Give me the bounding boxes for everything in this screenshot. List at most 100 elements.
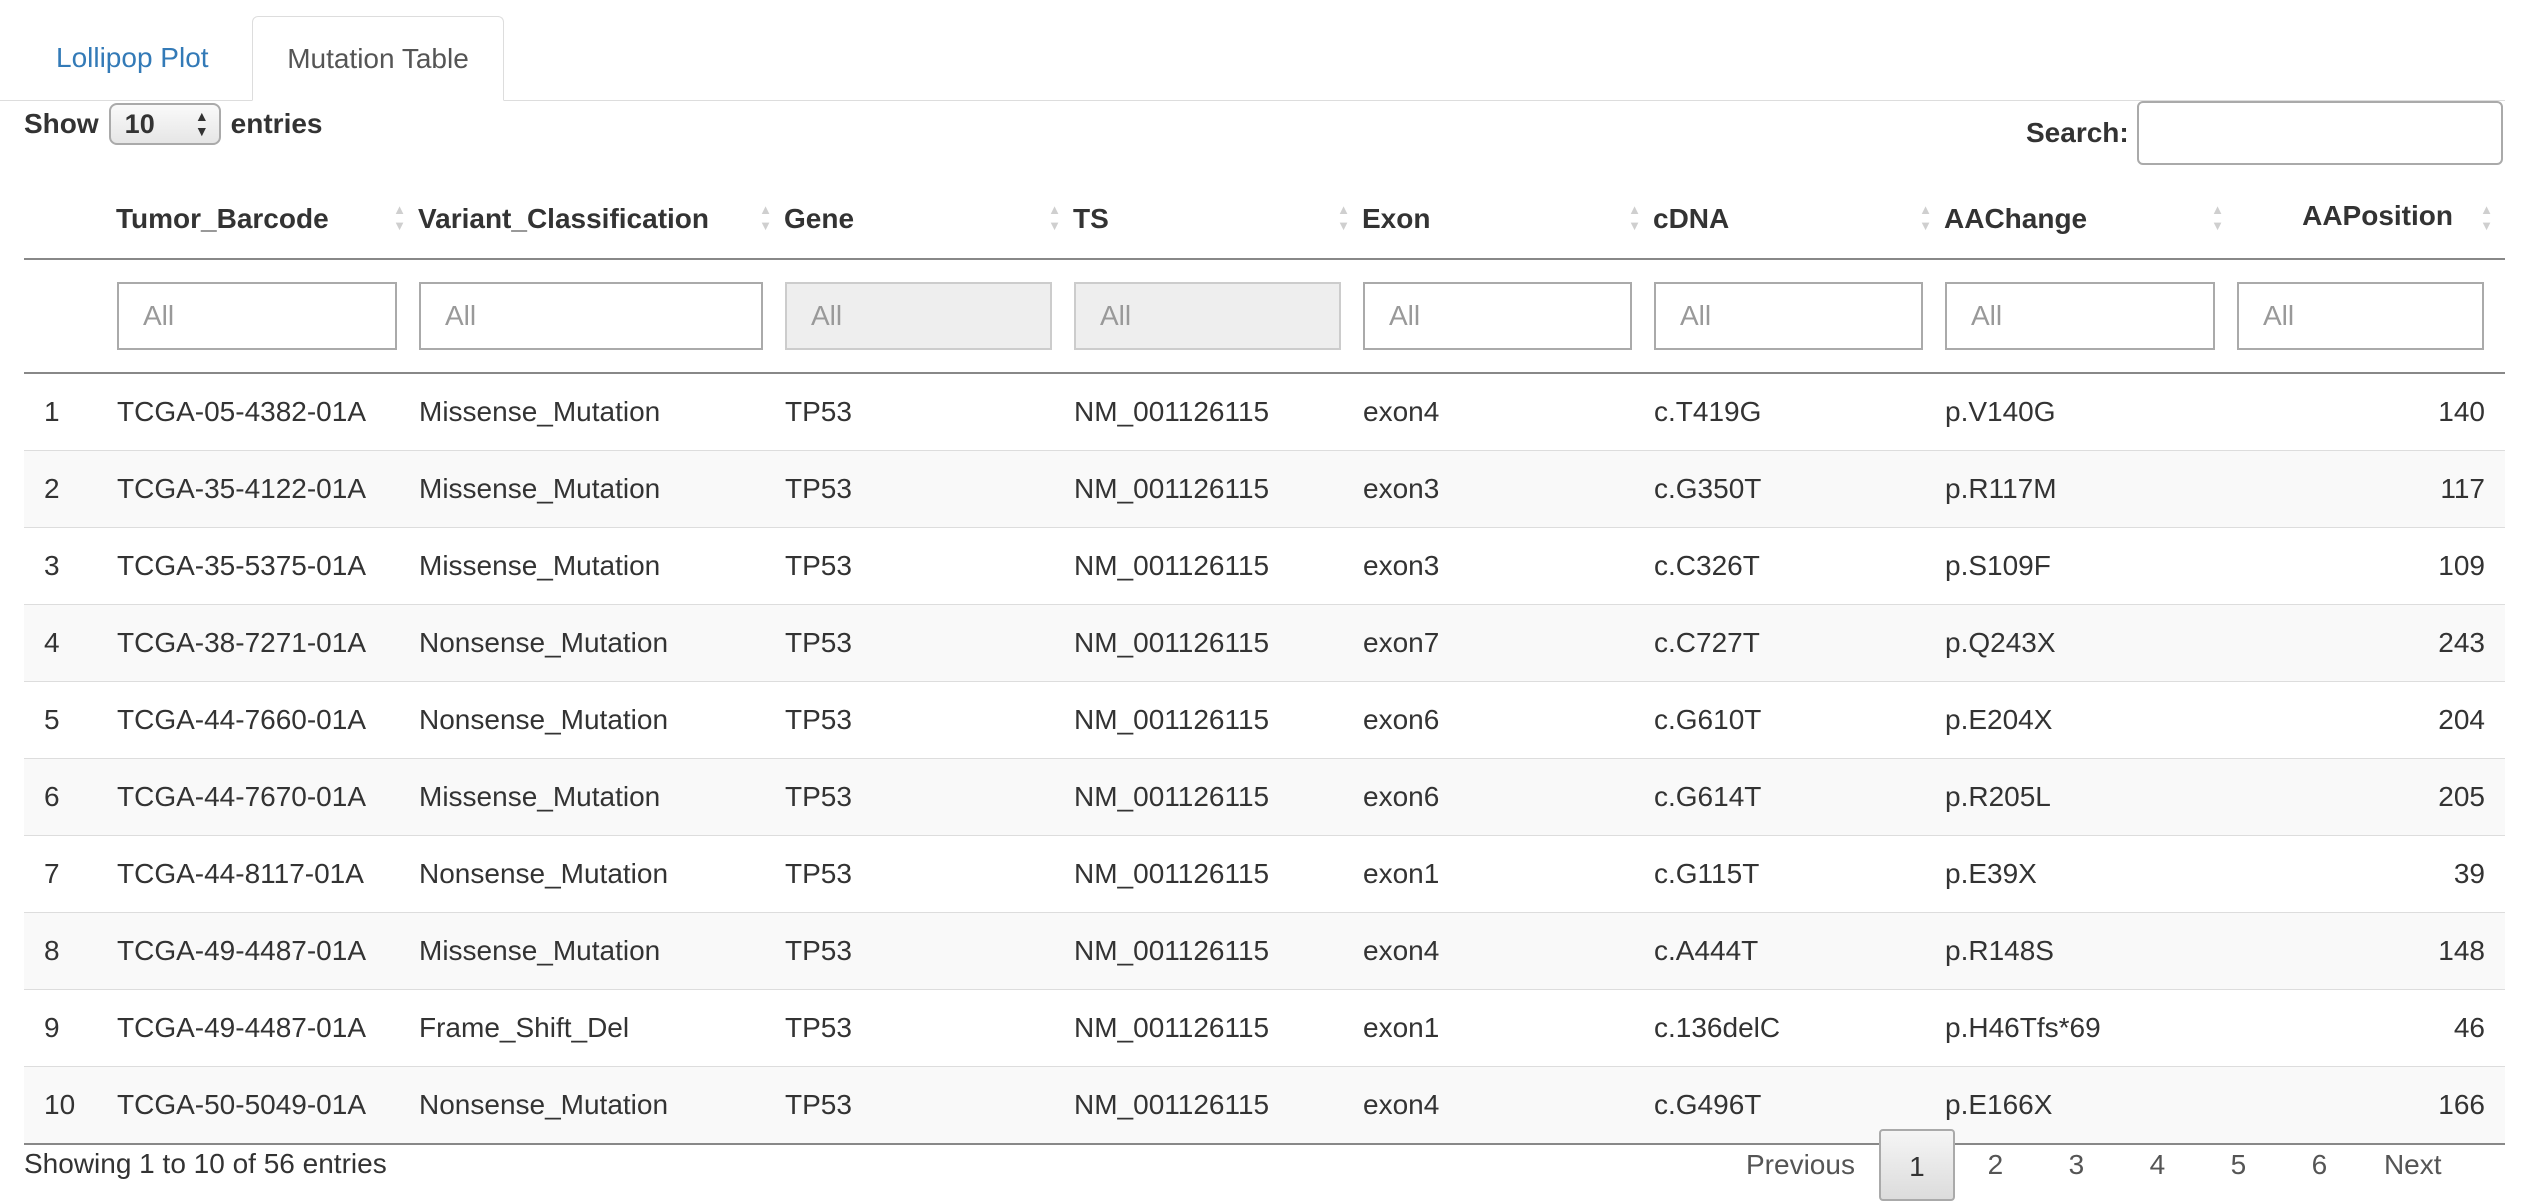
page-length-value: 10 [124,108,155,139]
cell-index: 7 [24,835,116,913]
cell-variant-classification: Frame_Shift_Del [418,989,784,1067]
header-gene[interactable]: Gene ▲ ▼ [784,180,1073,260]
header-ts[interactable]: TS ▲ ▼ [1073,180,1362,260]
cell-exon: exon4 [1362,1066,1653,1145]
cell-gene: TP53 [784,989,1073,1067]
page-button-2[interactable]: 2 [1955,1129,2036,1201]
cell-ts: NM_001126115 [1073,1066,1362,1145]
table-row: 5 TCGA-44-7660-01A Nonsense_Mutation TP53 NM… [24,681,2505,759]
table-row: 6 TCGA-44-7670-01A Missense_Mutation TP53 NM… [24,758,2505,836]
page-length-select[interactable]: 10 ▲ ▼ [108,103,221,145]
header-exon[interactable]: Exon ▲ ▼ [1362,180,1653,260]
header-label: Exon [1362,203,1431,234]
sort-icon: ▲ ▼ [2480,202,2493,233]
cell-gene: TP53 [784,450,1073,528]
filter-cell: All [784,259,1073,374]
page-button-5[interactable]: 5 [2198,1129,2279,1201]
cell-tumor-barcode: TCGA-44-7670-01A [116,758,418,836]
cell-cdna: c.C326T [1653,527,1944,605]
cell-aaposition: 109 [2236,527,2505,605]
cell-exon: exon4 [1362,373,1653,451]
cell-tumor-barcode: TCGA-49-4487-01A [116,912,418,990]
cell-aachange: p.R205L [1944,758,2236,836]
cell-ts: NM_001126115 [1073,450,1362,528]
cell-tumor-barcode: TCGA-05-4382-01A [116,373,418,451]
cell-variant-classification: Missense_Mutation [418,450,784,528]
table-row: 9 TCGA-49-4487-01A Frame_Shift_Del TP53 NM_0… [24,989,2505,1067]
cell-index: 4 [24,604,116,682]
sort-icon: ▲ ▼ [759,202,772,233]
table-row: 7 TCGA-44-8117-01A Nonsense_Mutation TP53 NM… [24,835,2505,913]
cell-index: 8 [24,912,116,990]
search-label: Search: [2026,117,2129,148]
cell-exon: exon4 [1362,912,1653,990]
filter-tumor-barcode[interactable]: All [117,282,397,350]
cell-ts: NM_001126115 [1073,758,1362,836]
sort-icon: ▲ ▼ [2211,202,2224,233]
cell-cdna: c.G614T [1653,758,1944,836]
table-row: 8 TCGA-49-4487-01A Missense_Mutation TP53 NM… [24,912,2505,990]
filter-cell: All [1362,259,1653,374]
cell-exon: exon1 [1362,989,1653,1067]
select-arrows-icon: ▲ ▼ [194,108,209,139]
header-cdna[interactable]: cDNA ▲ ▼ [1653,180,1944,260]
page-button-4[interactable]: 4 [2117,1129,2198,1201]
filter-variant-classification[interactable]: All [419,282,763,350]
cell-aachange: p.S109F [1944,527,2236,605]
next-button[interactable]: Next [2360,1129,2466,1201]
filter-aaposition[interactable]: All [2237,282,2484,350]
cell-index: 10 [24,1066,116,1145]
table-row: 4 TCGA-38-7271-01A Nonsense_Mutation TP53 NM… [24,604,2505,682]
cell-aaposition: 205 [2236,758,2505,836]
show-label: Show [24,108,99,139]
cell-variant-classification: Nonsense_Mutation [418,835,784,913]
cell-aaposition: 204 [2236,681,2505,759]
cell-index: 9 [24,989,116,1067]
cell-exon: exon3 [1362,450,1653,528]
header-label: Gene [784,203,855,234]
filter-cell: All [1944,259,2236,374]
cell-ts: NM_001126115 [1073,527,1362,605]
header-variant-classification[interactable]: Variant_Classification ▲ ▼ [418,180,784,260]
filter-cdna[interactable]: All [1654,282,1923,350]
page-length-control: Show 10 ▲ ▼ entries [24,100,323,148]
filter-aachange[interactable]: All [1945,282,2215,350]
cell-ts: NM_001126115 [1073,373,1362,451]
cell-tumor-barcode: TCGA-44-7660-01A [116,681,418,759]
cell-ts: NM_001126115 [1073,989,1362,1067]
tab-mutation-table[interactable]: Mutation Table [252,16,504,101]
cell-ts: NM_001126115 [1073,835,1362,913]
header-index [24,180,116,260]
previous-button[interactable]: Previous [1722,1129,1879,1201]
table-row: 2 TCGA-35-4122-01A Missense_Mutation TP53 NM… [24,450,2505,528]
cell-aachange: p.Q243X [1944,604,2236,682]
filter-exon[interactable]: All [1363,282,1632,350]
page-button-6[interactable]: 6 [2279,1129,2360,1201]
cell-variant-classification: Missense_Mutation [418,373,784,451]
cell-exon: exon6 [1362,758,1653,836]
page-button-1[interactable]: 1 [1878,1129,1955,1201]
header-aachange[interactable]: AAChange ▲ ▼ [1944,180,2236,260]
cell-exon: exon6 [1362,681,1653,759]
cell-tumor-barcode: TCGA-35-4122-01A [116,450,418,528]
sort-icon: ▲ ▼ [1337,202,1350,233]
sort-icon: ▲ ▼ [1919,202,1932,233]
search-input[interactable] [2136,101,2503,165]
cell-index: 5 [24,681,116,759]
cell-index: 6 [24,758,116,836]
cell-aaposition: 46 [2236,989,2505,1067]
page-button-3[interactable]: 3 [2036,1129,2117,1201]
cell-aachange: p.E204X [1944,681,2236,759]
tab-lollipop-plot[interactable]: Lollipop Plot [28,16,237,100]
cell-ts: NM_001126115 [1073,604,1362,682]
sort-icon: ▲ ▼ [393,202,406,233]
cell-cdna: c.G610T [1653,681,1944,759]
cell-gene: TP53 [784,912,1073,990]
filter-cell: All [1073,259,1362,374]
cell-variant-classification: Nonsense_Mutation [418,681,784,759]
cell-aaposition: 140 [2236,373,2505,451]
cell-aachange: p.V140G [1944,373,2236,451]
cell-aachange: p.R148S [1944,912,2236,990]
header-aaposition[interactable]: AAPosition ▲ ▼ [2236,180,2505,260]
header-tumor-barcode[interactable]: Tumor_Barcode ▲ ▼ [116,180,418,260]
